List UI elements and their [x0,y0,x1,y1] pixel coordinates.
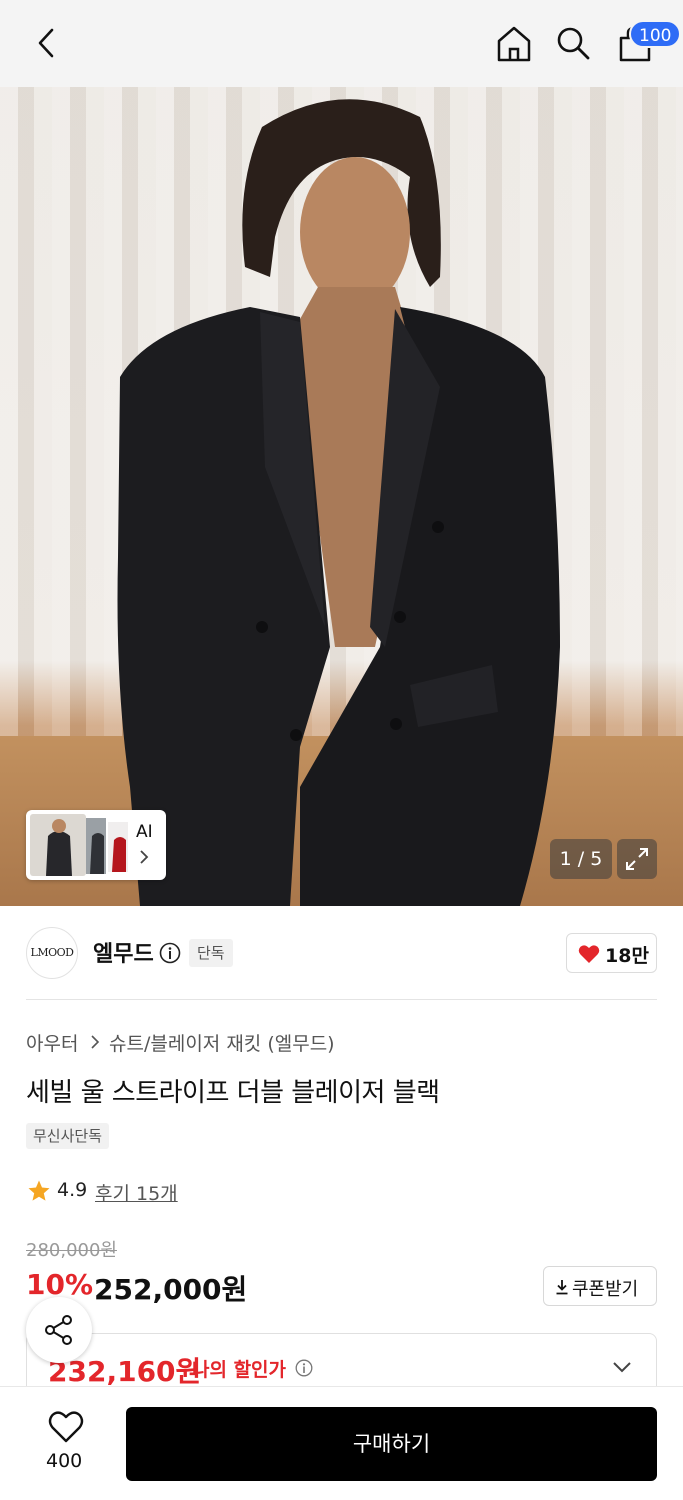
exclusive-tag: 단독 [189,939,233,967]
coupon-label: 쿠폰받기 [572,1279,639,1300]
chevron-down-icon[interactable] [611,1360,633,1374]
star-icon [28,1180,50,1201]
brand-logo[interactable]: LMOOD [26,927,78,979]
product-image-gallery[interactable]: AI 1 / 5 [0,87,683,906]
wish-count: 400 [46,1450,83,1472]
chevron-right-icon [91,1035,100,1049]
home-icon[interactable] [495,24,533,64]
breadcrumb-category[interactable]: 아우터 [26,1029,78,1056]
heart-filled-icon [578,945,600,963]
product-photo-model [117,99,560,906]
brand-like-button[interactable]: 18만 [566,933,657,973]
product-title: 세빌 울 스트라이프 더블 블레이저 블랙 [26,1078,440,1108]
original-price: 280,000원 [26,1240,117,1261]
brand-name[interactable]: 엘무드 [93,936,154,968]
sale-price: 252,000원 [94,1273,248,1306]
my-discount-label: 나의 할인가 [192,1359,287,1381]
chevron-right-icon [140,850,149,864]
info-icon[interactable] [295,1359,313,1377]
share-icon [45,1315,72,1345]
divider [26,999,657,1000]
top-app-bar: 100 [0,0,683,87]
coupon-button[interactable]: 쿠폰받기 [543,1266,657,1306]
ai-styling-thumbnails [30,814,128,876]
cart-count-badge: 100 [629,20,682,48]
ai-label: AI [136,822,153,842]
expand-button[interactable] [617,839,657,879]
heart-outline-icon[interactable] [48,1410,84,1444]
info-icon[interactable] [159,942,181,964]
musinsa-exclusive-tag: 무신사단독 [26,1123,110,1149]
rating-value: 4.9 [57,1179,88,1201]
download-icon [556,1280,568,1295]
search-icon[interactable] [555,25,591,61]
like-count: 18만 [605,945,649,967]
reviews-link[interactable]: 후기 15개 [95,1179,178,1206]
buy-button[interactable]: 구매하기 [126,1407,657,1481]
breadcrumb-subcategory[interactable]: 슈트/블레이저 재킷 (엘무드) [109,1029,335,1056]
chevron-left-icon[interactable] [30,26,64,60]
share-button[interactable] [26,1297,92,1363]
expand-icon [626,848,648,870]
ai-styling-card[interactable]: AI [26,810,166,880]
image-counter: 1 / 5 [550,839,612,879]
